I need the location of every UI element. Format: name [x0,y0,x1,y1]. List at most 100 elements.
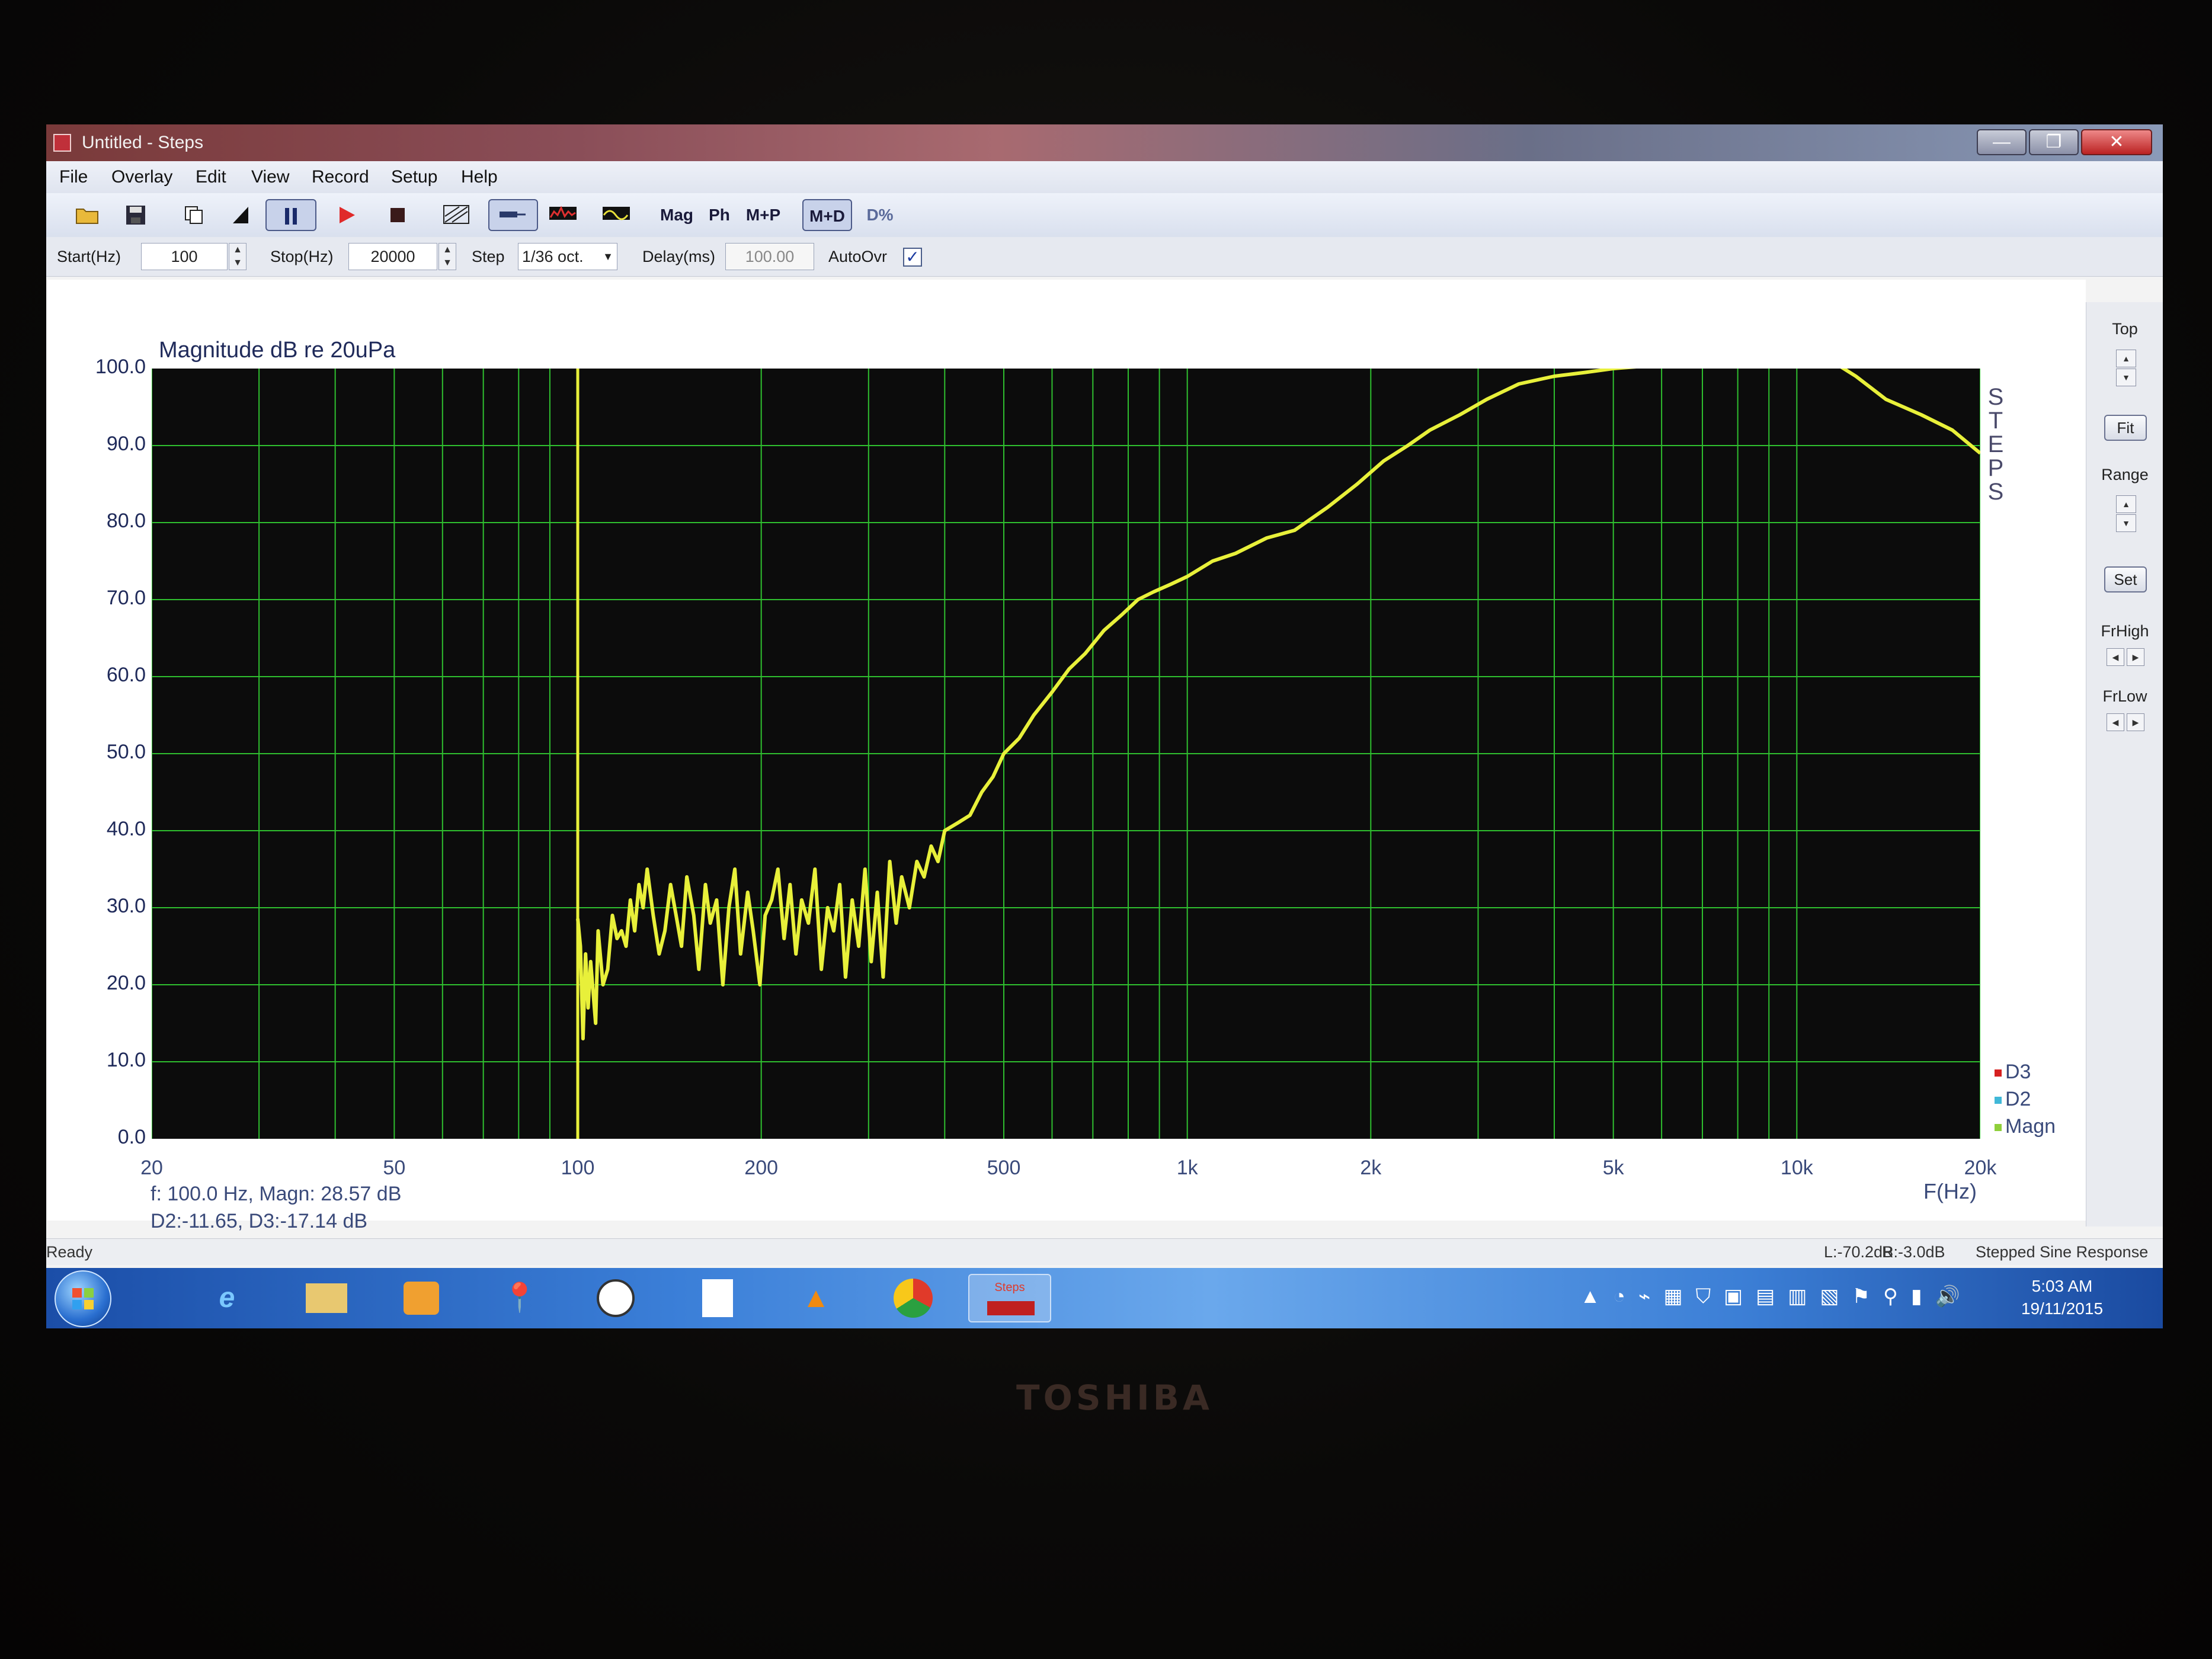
frlow-controls: ◀ ▶ [2107,713,2144,731]
autoovr-checkbox[interactable]: ✓ [903,248,922,267]
frlow-left-button[interactable]: ◀ [2107,713,2124,731]
cursor-readout-dist: D2:-11.65, D3:-17.14 dB [151,1210,368,1232]
probe-button[interactable] [488,199,538,231]
app-icon [53,134,71,152]
step-select[interactable]: 1/36 oct. ▼ [518,243,617,270]
cursor-readout-freq: f: 100.0 Hz, Magn: 28.57 dB [151,1183,402,1205]
system-tray[interactable]: ▲◔⌁▦⛉▣▤▥▧⚑⚲▮🔊 [1580,1285,1973,1308]
y-tick-label: 50.0 [106,741,146,763]
spectrum-button[interactable] [544,199,582,231]
range-down-button[interactable]: ▼ [2116,514,2136,532]
taskbar-chrome-icon[interactable] [881,1274,946,1322]
magnitude-plot[interactable] [152,369,1980,1139]
menu-edit[interactable]: Edit [196,161,226,193]
steps-letter: E [1987,431,2004,457]
range-label: Range [2101,466,2149,483]
taskbar-vlc-icon[interactable]: ▲ [783,1274,849,1322]
dist-percent-button[interactable]: D% [859,199,901,231]
steps-letter: S [1987,479,2004,505]
copy-button[interactable] [177,199,211,231]
close-button[interactable]: ✕ [2081,129,2152,155]
y-tick-label: 60.0 [106,664,146,686]
title-bar: Untitled - Steps — ❐ ✕ [46,124,2163,161]
x-tick-label: 500 [987,1157,1021,1179]
legend-swatch [1995,1069,2002,1077]
menu-overlay[interactable]: Overlay [111,161,172,193]
window-title: Untitled - Steps [82,133,204,152]
frhigh-left-button[interactable]: ◀ [2107,648,2124,666]
autoovr-label: AutoOvr [828,248,888,265]
taskbar-explorer-icon[interactable] [294,1274,359,1322]
menu-help[interactable]: Help [461,161,498,193]
start-button[interactable] [55,1270,111,1327]
y-tick-label: 70.0 [106,587,146,609]
frhigh-right-button[interactable]: ▶ [2127,648,2144,666]
taskbar-clock-app-icon[interactable] [583,1274,648,1322]
pause-button[interactable] [265,199,316,231]
status-ready: Ready [46,1243,93,1261]
status-right-level: R:-3.0dB [1882,1243,1945,1261]
scope-button[interactable] [597,199,635,231]
menu-file[interactable]: File [59,161,88,193]
stop-button[interactable] [380,199,415,231]
legend-item-d2: D2 [1995,1088,2031,1111]
legend-item-d3: D3 [1995,1061,2031,1084]
taskbar-blank-icon[interactable] [685,1274,750,1322]
y-tick-label: 30.0 [106,895,146,917]
stop-icon [390,208,405,222]
save-button[interactable] [119,199,153,231]
taskbar: e 📍 ▲ Steps ▲◔⌁▦⛉▣▤▥▧⚑⚲▮🔊 5:03 AM 19/11/… [46,1268,2163,1328]
taskbar-media-icon[interactable] [389,1274,454,1322]
stop-freq-input[interactable]: 20000 [348,243,437,270]
frlow-right-button[interactable]: ▶ [2127,713,2144,731]
taskbar-steps-app[interactable]: Steps [968,1274,1051,1322]
menu-view[interactable]: View [251,161,289,193]
floppy-icon [126,206,145,225]
top-down-button[interactable]: ▼ [2116,369,2136,386]
range-up-button[interactable]: ▲ [2116,495,2136,513]
top-up-button[interactable]: ▲ [2116,350,2136,367]
mag-button[interactable]: Mag [654,199,699,231]
open-button[interactable] [70,199,104,231]
mag-phase-button[interactable]: M+P [740,199,787,231]
frlow-label: FrLow [2102,687,2147,705]
maximize-button[interactable]: ❐ [2029,129,2079,155]
taskbar-ie-icon[interactable]: e [194,1274,260,1322]
screen: Untitled - Steps — ❐ ✕ File Overlay Edit… [46,124,2163,1328]
legend-label: Magn [2005,1115,2056,1138]
marker-button[interactable] [224,199,258,231]
legend-label: D3 [2005,1061,2031,1083]
delay-input[interactable]: 100.00 [725,243,814,270]
triangle-icon [233,207,248,223]
frhigh-label: FrHigh [2101,622,2149,640]
windows-logo-icon [72,1288,94,1309]
play-button[interactable] [329,199,364,231]
x-tick-label: 50 [383,1157,406,1179]
x-tick-label: 10k [1780,1157,1813,1179]
right-control-panel: Top ▲ ▼ Fit Range ▲ ▼ Set FrHigh ◀ ▶ FrL… [2086,302,2163,1226]
x-tick-label: 20k [1964,1157,1997,1179]
y-tick-label: 100.0 [95,356,146,378]
menu-setup[interactable]: Setup [391,161,437,193]
minimize-button[interactable]: — [1977,129,2027,155]
frhigh-controls: ◀ ▶ [2107,648,2144,666]
delay-label: Delay(ms) [642,248,716,265]
start-freq-stepper[interactable]: ▲ ▼ [229,243,247,270]
parameter-row: Start(Hz) 100 ▲ ▼ Stop(Hz) 20000 ▲ ▼ Step … [46,237,2163,277]
set-button[interactable]: Set [2104,566,2147,592]
start-freq-input[interactable]: 100 [141,243,228,270]
system-clock[interactable]: 5:03 AM 19/11/2015 [2003,1275,2121,1320]
steps-letter: P [1987,455,2004,481]
mag-dist-button[interactable]: M+D [802,199,852,231]
legend-swatch [1995,1124,2002,1132]
clear-button[interactable] [437,199,475,231]
taskbar-pin-icon[interactable]: 📍 [487,1274,552,1322]
stop-freq-stepper[interactable]: ▲ ▼ [438,243,456,270]
menu-record[interactable]: Record [312,161,369,193]
steps-side-label: STEPS [1984,385,2008,504]
chart-title: Magnitude dB re 20uPa [159,338,396,363]
pause-icon [285,208,297,225]
fit-button[interactable]: Fit [2104,415,2147,441]
top-label: Top [2112,320,2138,338]
phase-button[interactable]: Ph [702,199,737,231]
